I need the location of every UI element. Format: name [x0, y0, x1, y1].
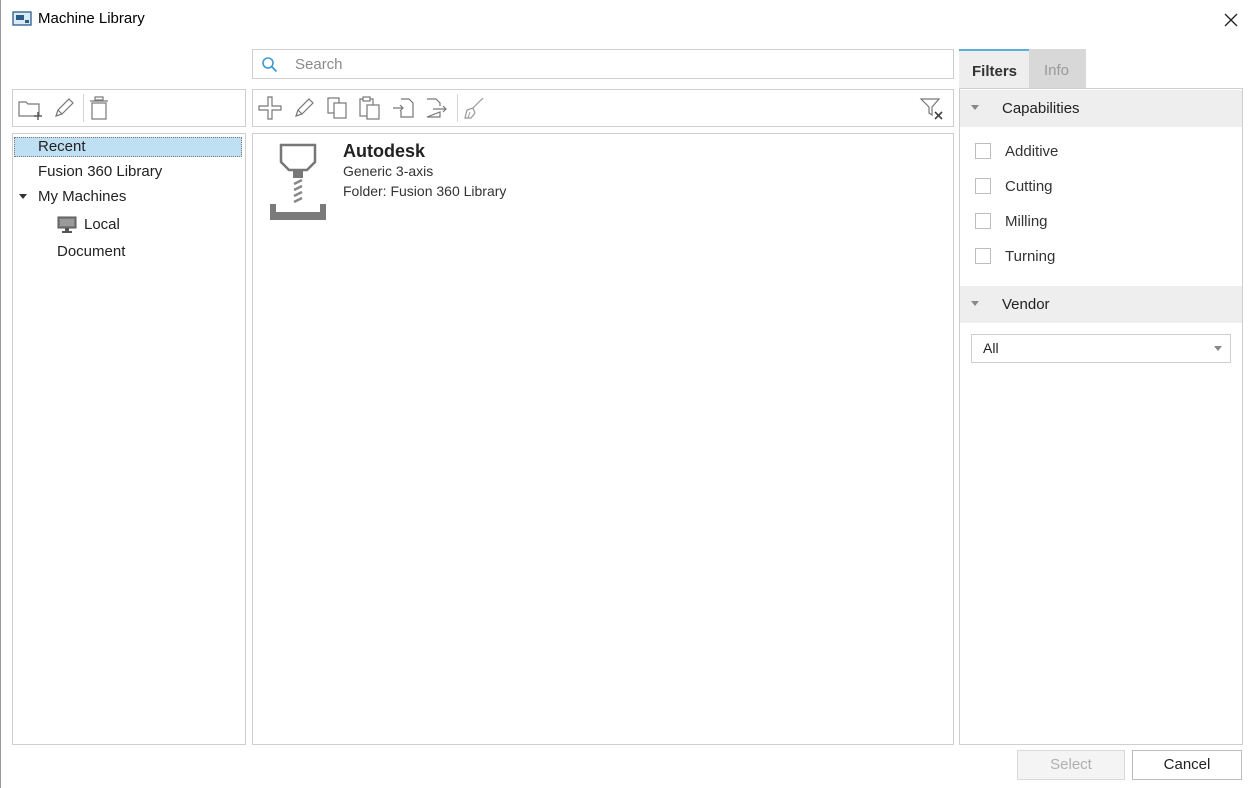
library-tree: Recent Fusion 360 Library My Machines Lo…	[12, 133, 246, 745]
search-box[interactable]	[252, 49, 954, 79]
machine-description: Generic 3-axis	[343, 163, 434, 179]
tree-item-recent[interactable]: Recent	[14, 137, 242, 157]
checkbox[interactable]	[975, 213, 991, 229]
machine-folder: Folder: Fusion 360 Library	[343, 183, 507, 199]
edit-pencil-icon[interactable]	[291, 95, 317, 121]
tab-label: Filters	[972, 63, 1018, 80]
vendor-dropdown[interactable]: All	[971, 334, 1231, 363]
machine-library-icon	[12, 11, 32, 26]
checkbox-label: Additive	[1005, 143, 1059, 160]
tree-item-my-machines[interactable]: My Machines	[38, 188, 126, 205]
rename-pencil-icon[interactable]	[51, 95, 77, 121]
export-icon[interactable]	[423, 95, 449, 121]
search-input[interactable]	[295, 53, 935, 75]
folder-toolbar	[12, 89, 246, 127]
clear-filter-icon[interactable]	[919, 95, 945, 121]
checkbox[interactable]	[975, 143, 991, 159]
monitor-icon	[57, 216, 77, 233]
window-border	[0, 0, 1, 788]
tree-item-label: Recent	[38, 138, 86, 155]
checkbox[interactable]	[975, 178, 991, 194]
search-icon	[262, 57, 278, 73]
tree-item-local[interactable]: Local	[84, 216, 120, 233]
tree-item-document[interactable]: Document	[57, 243, 125, 260]
tree-item-fusion-360-library[interactable]: Fusion 360 Library	[38, 163, 162, 180]
toolbar-separator	[457, 94, 458, 122]
vendor-header[interactable]: Vendor	[960, 286, 1242, 323]
clear-brush-icon[interactable]	[461, 95, 487, 121]
paste-icon[interactable]	[357, 95, 383, 121]
machine-vendor: Autodesk	[343, 141, 426, 161]
machine-toolbar	[252, 89, 954, 127]
checkbox-label: Turning	[1005, 248, 1056, 265]
machine-list: Autodesk Generic 3-axis Folder: Fusion 3…	[252, 133, 954, 745]
capabilities-header[interactable]: Capabilities	[960, 90, 1242, 127]
copy-icon[interactable]	[325, 95, 351, 121]
section-title: Vendor	[1002, 296, 1050, 313]
checkbox-label: Cutting	[1005, 178, 1053, 195]
new-folder-icon[interactable]	[17, 95, 43, 121]
filters-panel: Capabilities Additive Cutting Milling Tu…	[959, 88, 1243, 745]
section-title: Capabilities	[1002, 100, 1080, 117]
tab-label: Info	[1044, 62, 1070, 79]
cancel-button[interactable]: Cancel	[1132, 750, 1242, 780]
milling-machine-icon	[270, 143, 326, 220]
tab-filters[interactable]: Filters	[959, 49, 1029, 88]
select-button[interactable]: Select	[1017, 750, 1125, 780]
toolbar-separator	[83, 94, 84, 122]
collapse-triangle-icon	[971, 105, 979, 110]
expand-triangle-icon[interactable]	[19, 194, 27, 200]
window-title: Machine Library	[38, 10, 145, 27]
import-icon[interactable]	[391, 95, 417, 121]
checkbox-label: Milling	[1005, 213, 1048, 230]
tab-info[interactable]: Info	[1029, 49, 1086, 88]
checkbox[interactable]	[975, 248, 991, 264]
close-icon[interactable]	[1216, 6, 1246, 34]
chevron-down-icon	[1214, 346, 1222, 351]
vendor-selected-value: All	[983, 340, 999, 356]
add-plus-icon[interactable]	[257, 95, 283, 121]
title-bar: Machine Library	[0, 0, 1252, 38]
delete-trash-icon[interactable]	[86, 95, 112, 121]
collapse-triangle-icon	[971, 301, 979, 306]
machine-list-item[interactable]: Autodesk Generic 3-axis Folder: Fusion 3…	[253, 134, 953, 226]
